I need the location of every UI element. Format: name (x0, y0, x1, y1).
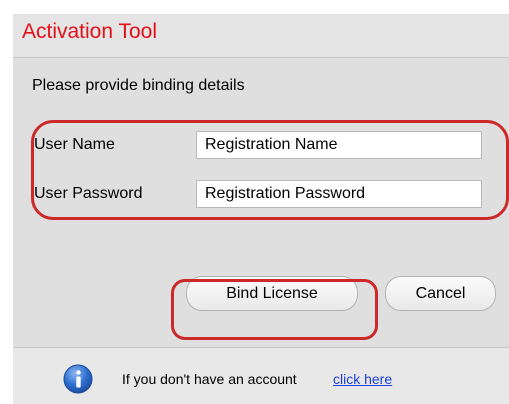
info-icon (63, 364, 93, 394)
annotation-highlight-bind-button (171, 279, 378, 340)
form-prompt: Please provide binding details (32, 77, 245, 94)
cancel-button[interactable]: Cancel (385, 276, 496, 311)
signup-link[interactable]: click here (333, 371, 392, 387)
annotation-highlight-fields (31, 120, 509, 220)
dialog-title: Activation Tool (22, 20, 158, 43)
title-bar: Activation Tool (13, 14, 509, 58)
footer-message: If you don't have an account (122, 371, 297, 387)
